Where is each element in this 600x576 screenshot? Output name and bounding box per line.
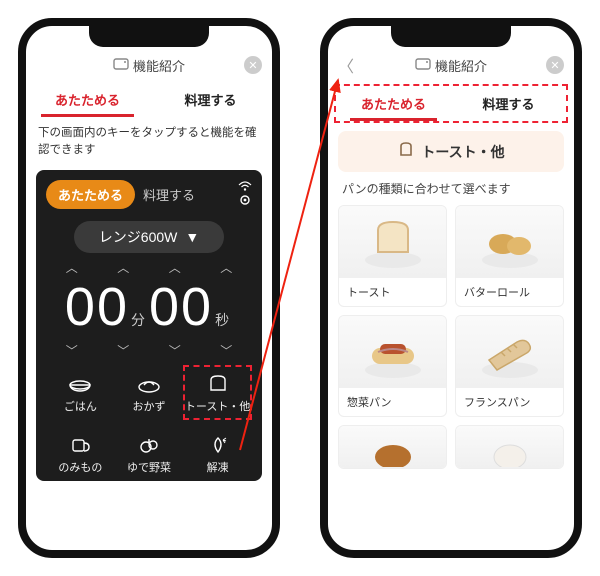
tabs: あたためる 料理する: [26, 82, 272, 117]
power-label: レンジ600W: [99, 227, 178, 247]
note-text: パンの種類に合わせて選べます: [328, 180, 574, 205]
spinner-up-row: ︿︿︿︿: [46, 259, 252, 276]
food-label: バターロール: [456, 278, 563, 306]
toast-icon: [397, 141, 415, 162]
cat-label: トースト・他: [185, 398, 250, 414]
food-label: トースト: [339, 278, 446, 306]
food-grid: トースト バターロール 惣菜パン フランスパン: [328, 205, 574, 479]
cat-toast-other[interactable]: トースト・他: [183, 365, 252, 420]
cat-label: おかず: [132, 398, 165, 414]
phone-left: 機能紹介 ✕ あたためる 料理する 下の画面内のキーをタップすると機能を確認でき…: [18, 18, 280, 558]
oven-icon: [113, 57, 129, 74]
header-title: 機能紹介: [133, 56, 185, 75]
hint-text: 下の画面内のキーをタップすると機能を確認できます: [26, 117, 272, 170]
food-label: フランスパン: [456, 388, 563, 416]
minutes-value[interactable]: 00: [65, 276, 129, 338]
tab-heat[interactable]: あたためる: [26, 82, 149, 117]
category-row-1: ごはん おかず トースト・他: [46, 365, 252, 420]
time-display: 00 分 00 秒: [46, 276, 252, 338]
cat-rice[interactable]: ごはん: [46, 365, 115, 420]
app-header: 〈 機能紹介 ✕: [328, 48, 574, 82]
cat-boiled-veg[interactable]: ゆで野菜: [115, 426, 184, 481]
food-item-partial-1[interactable]: [338, 425, 447, 469]
close-button[interactable]: ✕: [546, 56, 564, 74]
back-button[interactable]: 〈: [338, 53, 354, 77]
tab-heat[interactable]: あたためる: [336, 86, 451, 121]
tab-cook[interactable]: 料理する: [451, 86, 566, 121]
cat-drinks[interactable]: のみもの: [46, 426, 115, 481]
tabs-highlighted: あたためる 料理する: [334, 84, 568, 123]
wifi-icon: [238, 181, 252, 207]
seconds-unit: 秒: [215, 310, 229, 330]
food-butter-roll[interactable]: バターロール: [455, 205, 564, 307]
cat-side-dish[interactable]: おかず: [115, 365, 184, 420]
cat-label: ゆで野菜: [127, 459, 171, 475]
minutes-unit: 分: [131, 310, 145, 330]
food-item-partial-2[interactable]: [455, 425, 564, 469]
cat-defrost[interactable]: 解凍: [183, 426, 252, 481]
app-header: 機能紹介 ✕: [26, 48, 272, 82]
food-toast[interactable]: トースト: [338, 205, 447, 307]
cat-label: のみもの: [58, 459, 102, 475]
phone-right: 〈 機能紹介 ✕ あたためる 料理する トースト・他 パンの種類に合わせて選べま…: [320, 18, 582, 558]
food-souzai-pan[interactable]: 惣菜パン: [338, 315, 447, 417]
spinner-down-row: ﹀﹀﹀﹀: [46, 342, 252, 359]
feature-banner: トースト・他: [338, 131, 564, 172]
simulator-panel: あたためる 料理する レンジ600W ▼ ︿︿︿︿ 00 分 00 秒 ﹀﹀﹀﹀: [36, 170, 262, 481]
power-selector[interactable]: レンジ600W ▼: [74, 221, 224, 253]
close-button[interactable]: ✕: [244, 56, 262, 74]
phone-notch: [89, 25, 209, 47]
chevron-down-icon: ▼: [185, 229, 199, 245]
oven-icon: [415, 57, 431, 74]
phone-notch: [391, 25, 511, 47]
sim-cook-text[interactable]: 料理する: [143, 185, 195, 204]
tab-cook[interactable]: 料理する: [149, 82, 272, 117]
seconds-value[interactable]: 00: [149, 276, 213, 338]
sim-heat-pill[interactable]: あたためる: [46, 180, 135, 209]
header-title: 機能紹介: [435, 56, 487, 75]
food-france-pan[interactable]: フランスパン: [455, 315, 564, 417]
banner-label: トースト・他: [421, 142, 504, 162]
gear-icon[interactable]: [238, 193, 252, 207]
cat-label: ごはん: [64, 398, 97, 414]
cat-label: 解凍: [207, 459, 229, 475]
category-row-2: のみもの ゆで野菜 解凍: [46, 426, 252, 481]
food-label: 惣菜パン: [339, 388, 446, 416]
